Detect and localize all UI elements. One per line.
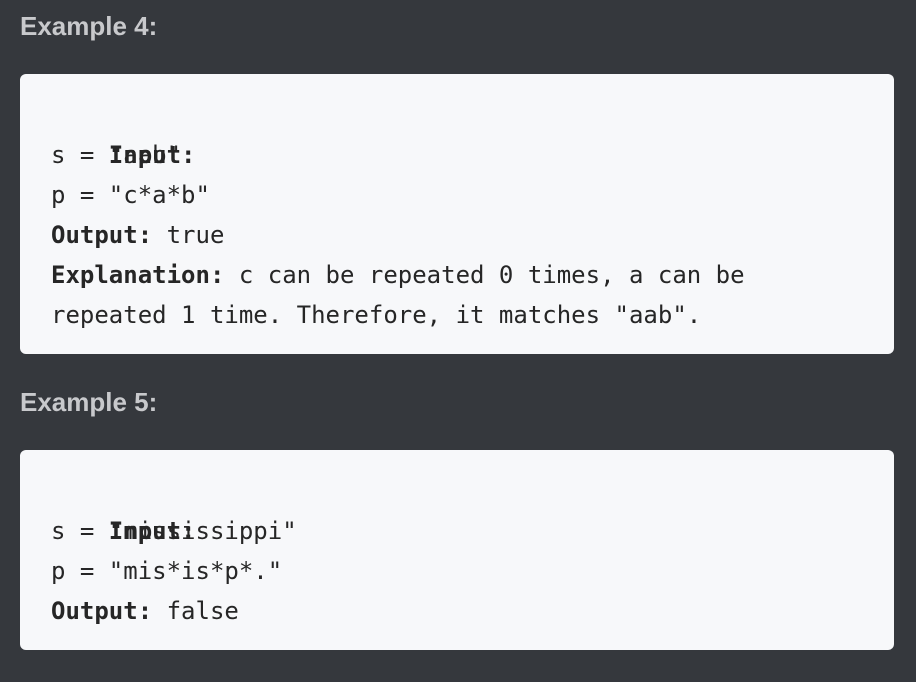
explanation-line: Explanation: c can be repeated 0 times, … xyxy=(51,255,864,295)
output-line: Output: false xyxy=(51,591,864,631)
example-5-code-block: Input: s = "mississippi" p = "mis*is*p*.… xyxy=(20,450,894,650)
output-value: true xyxy=(152,221,225,249)
p-value-line: p = "c*a*b" xyxy=(51,181,210,209)
explanation-text-1: c can be repeated 0 times, a can be xyxy=(224,261,745,289)
input-line: Input: xyxy=(51,95,864,169)
output-value: false xyxy=(152,597,239,625)
explanation-continuation-line: repeated 1 time. Therefore, it matches "… xyxy=(51,301,702,329)
input-line: Input: xyxy=(51,471,864,545)
example-4-heading: Example 4: xyxy=(20,11,158,41)
p-value-line: p = "mis*is*p*." xyxy=(51,557,283,585)
example-5-heading: Example 5: xyxy=(20,387,158,417)
s-value-line: s = "aab" xyxy=(51,141,182,169)
output-label: Output: xyxy=(51,597,153,625)
output-line: Output: true xyxy=(51,215,864,255)
explanation-label: Explanation: xyxy=(51,261,225,289)
s-value-line: s = "mississippi" xyxy=(51,517,297,545)
output-label: Output: xyxy=(51,221,153,249)
example-4-code-block: Input: s = "aab" p = "c*a*b" Output: tru… xyxy=(20,74,894,354)
